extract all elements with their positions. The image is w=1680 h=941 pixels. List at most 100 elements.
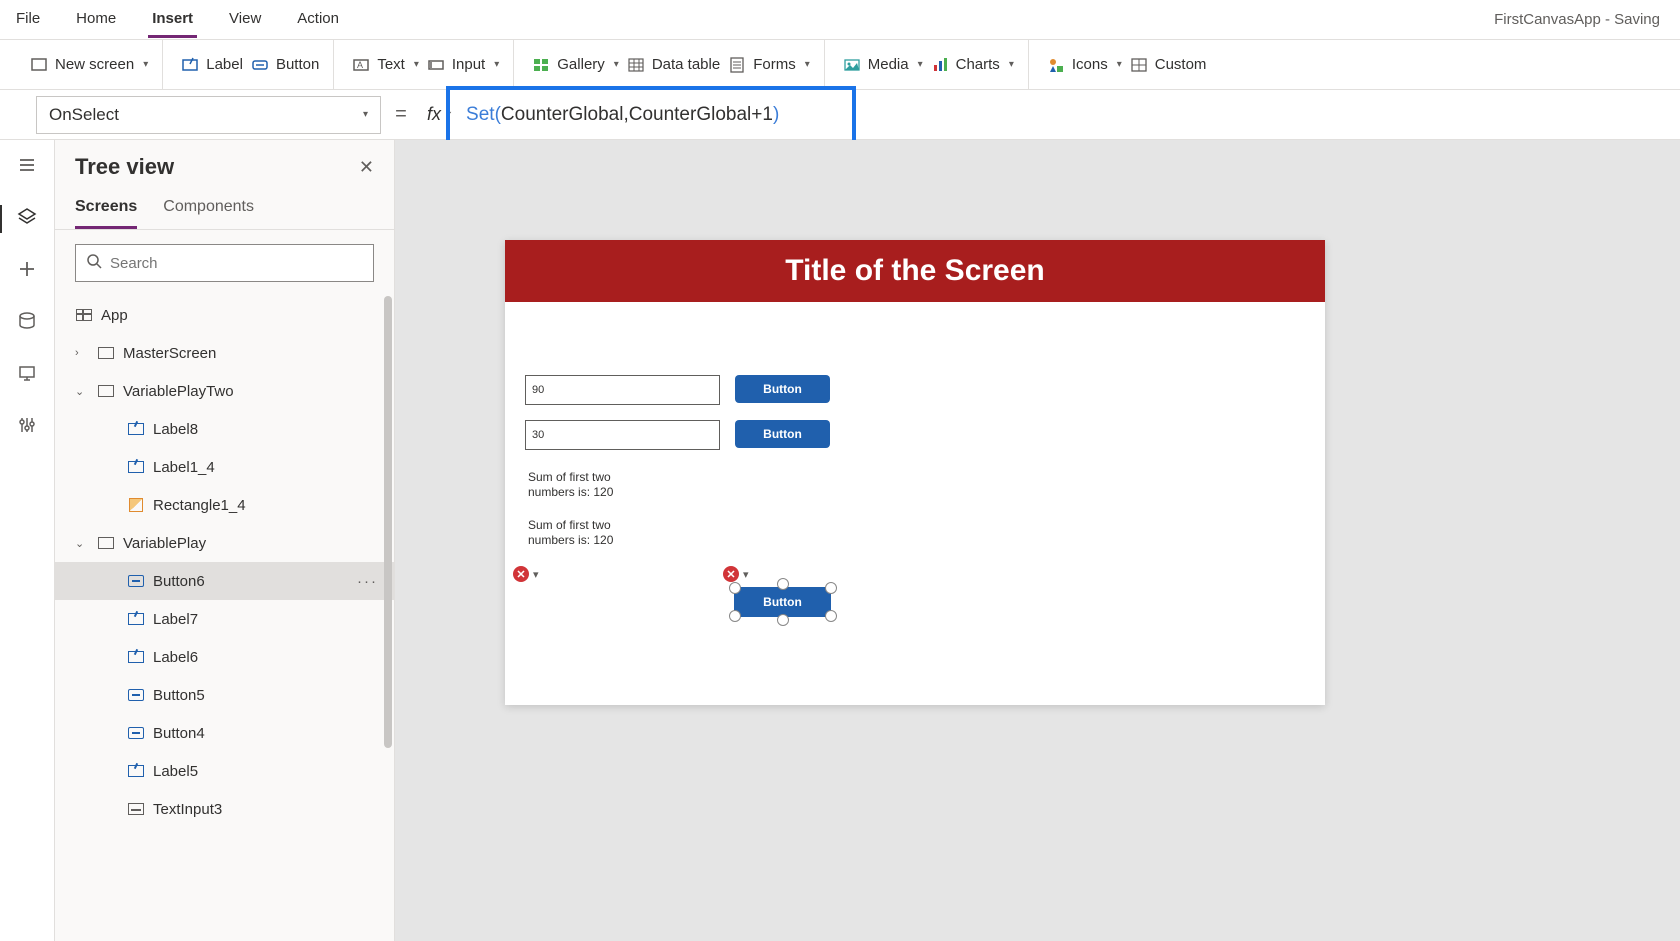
tree-item-variableplaytwo[interactable]: ⌄VariablePlayTwo··· — [55, 372, 394, 410]
ribbon-text[interactable]: AText▾ — [352, 56, 419, 74]
close-icon[interactable]: ✕ — [359, 157, 374, 178]
text-input-2[interactable]: 30 — [525, 420, 720, 450]
ribbon-data-table[interactable]: Data table — [627, 56, 720, 74]
ribbon-group: Media▾ Charts▾ — [829, 40, 1029, 89]
tree-item-app[interactable]: App··· — [55, 296, 394, 334]
ribbon-label: Data table — [652, 56, 720, 73]
label-icon — [127, 648, 145, 666]
chevron-down-icon: ▾ — [1117, 59, 1122, 70]
rail-layers-button[interactable] — [15, 207, 39, 231]
selection-handle[interactable] — [825, 610, 837, 622]
ribbon-input[interactable]: Input ▾ — [427, 56, 499, 74]
ribbon-forms[interactable]: Forms▾ — [728, 56, 810, 74]
chevron-down-icon[interactable]: ▾ — [743, 568, 749, 581]
ribbon-new-screen[interactable]: New screen▾ — [30, 56, 148, 74]
more-icon[interactable]: ··· — [357, 573, 378, 590]
error-icon[interactable]: ✕ — [513, 566, 529, 582]
screen-canvas[interactable]: Title of the Screen 90 Button 30 Button … — [505, 240, 1325, 705]
label-text: Sum of first two — [528, 470, 611, 484]
tree-item-label: Label1_4 — [153, 459, 215, 476]
tree-item-label: MasterScreen — [123, 345, 216, 362]
chevron-down-icon: ▾ — [414, 59, 419, 70]
fx-button[interactable]: fx ▾ — [421, 104, 456, 125]
formula-token-id: CounterGlobal — [501, 104, 624, 126]
canvas-label-1[interactable]: Sum of first two numbers is: 120 — [528, 470, 613, 500]
ribbon-charts[interactable]: Charts▾ — [931, 56, 1014, 74]
chevron-down-icon: ▾ — [918, 59, 923, 70]
label-text: Sum of first two — [528, 518, 611, 532]
tree-search-input[interactable] — [110, 255, 363, 272]
ribbon-custom[interactable]: Custom — [1130, 56, 1207, 74]
canvas-label-2[interactable]: Sum of first two numbers is: 120 — [528, 518, 613, 548]
expand-arrow-icon[interactable]: ⌄ — [75, 385, 89, 398]
ribbon-label[interactable]: Label — [181, 56, 243, 74]
tree-item-label8[interactable]: Label8··· — [55, 410, 394, 448]
tree-item-rectangle1_4[interactable]: Rectangle1_4··· — [55, 486, 394, 524]
tree-item-label5[interactable]: Label5··· — [55, 752, 394, 790]
ribbon-group: New screen▾ — [16, 40, 163, 89]
tree-tab-components[interactable]: Components — [163, 192, 254, 229]
scrollbar[interactable] — [384, 296, 392, 748]
formula-token-fn: Set — [466, 104, 495, 126]
canvas-button-1[interactable]: Button — [735, 375, 830, 403]
selection-handle[interactable] — [777, 614, 789, 626]
text-input-1[interactable]: 90 — [525, 375, 720, 405]
ribbon-button[interactable]: Button — [251, 56, 319, 74]
menu-tab-view[interactable]: View — [225, 2, 265, 38]
equals-label: = — [381, 103, 421, 126]
ribbon-label: Custom — [1155, 56, 1207, 73]
ribbon-icons[interactable]: Icons▾ — [1047, 56, 1122, 74]
tree-item-label: Button4 — [153, 725, 205, 742]
property-dropdown[interactable]: OnSelect ▾ — [36, 96, 381, 134]
tree-item-label: Button6 — [153, 573, 205, 590]
button-icon — [127, 724, 145, 742]
tree-item-label6[interactable]: Label6··· — [55, 638, 394, 676]
ribbon-media[interactable]: Media▾ — [843, 56, 923, 74]
tree-item-label: VariablePlay — [123, 535, 206, 552]
ribbon-group: Gallery▾ Data table Forms▾ — [518, 40, 824, 89]
canvas-area[interactable]: Title of the Screen 90 Button 30 Button … — [395, 140, 1680, 941]
tree-item-label1_4[interactable]: Label1_4··· — [55, 448, 394, 486]
screen-title[interactable]: Title of the Screen — [505, 240, 1325, 302]
chevron-down-icon: ▾ — [363, 109, 368, 120]
chevron-down-icon: ▾ — [1009, 59, 1014, 70]
selection-handle[interactable] — [729, 582, 741, 594]
menu-tab-home[interactable]: Home — [72, 2, 120, 38]
error-icon[interactable]: ✕ — [723, 566, 739, 582]
charts-icon — [931, 56, 949, 74]
formula-token-paren: ) — [773, 104, 779, 126]
formula-input[interactable]: Set(CounterGlobal, CounterGlobal + 1) — [456, 96, 1680, 134]
rail-data-button[interactable] — [15, 311, 39, 335]
menu-tab-file[interactable]: File — [12, 2, 44, 38]
selection-handle[interactable] — [729, 610, 741, 622]
tree-item-textinput3[interactable]: TextInput3··· — [55, 790, 394, 828]
tree-item-button4[interactable]: Button4··· — [55, 714, 394, 752]
button-icon — [127, 572, 145, 590]
tree-item-variableplay[interactable]: ⌄VariablePlay··· — [55, 524, 394, 562]
chevron-down-icon[interactable]: ▾ — [533, 568, 539, 581]
tree-list[interactable]: App··· › MasterScreen ··· ⌄VariablePlayTwo··… — [55, 296, 394, 941]
rail-monitor-button[interactable] — [15, 363, 39, 387]
tree-item-label7[interactable]: Label7··· — [55, 600, 394, 638]
tree-item-label: Label5 — [153, 763, 198, 780]
expand-arrow-icon[interactable]: ⌄ — [75, 537, 89, 550]
menu-tab-action[interactable]: Action — [293, 2, 343, 38]
rail-plus-button[interactable] — [15, 259, 39, 283]
tree-item-button6[interactable]: Button6 ··· — [55, 562, 394, 600]
tree-tab-screens[interactable]: Screens — [75, 192, 137, 229]
rail-hamburger-button[interactable] — [15, 155, 39, 179]
selection-handle[interactable] — [777, 578, 789, 590]
expand-arrow-icon[interactable]: › — [75, 347, 89, 359]
canvas-button-2[interactable]: Button — [735, 420, 830, 448]
tree-item-masterscreen[interactable]: ›MasterScreen··· — [55, 334, 394, 372]
ribbon-gallery[interactable]: Gallery▾ — [532, 56, 619, 74]
canvas-button-selected[interactable]: Button — [735, 588, 830, 616]
chevron-down-icon: ▾ — [494, 59, 499, 70]
tree-search[interactable] — [75, 244, 374, 282]
ribbon-label: Input — [452, 56, 485, 73]
app-status: FirstCanvasApp - Saving — [1494, 11, 1668, 28]
tree-item-button5[interactable]: Button5··· — [55, 676, 394, 714]
rail-settings-button[interactable] — [15, 415, 39, 439]
menu-tab-insert[interactable]: Insert — [148, 2, 197, 38]
selection-handle[interactable] — [825, 582, 837, 594]
